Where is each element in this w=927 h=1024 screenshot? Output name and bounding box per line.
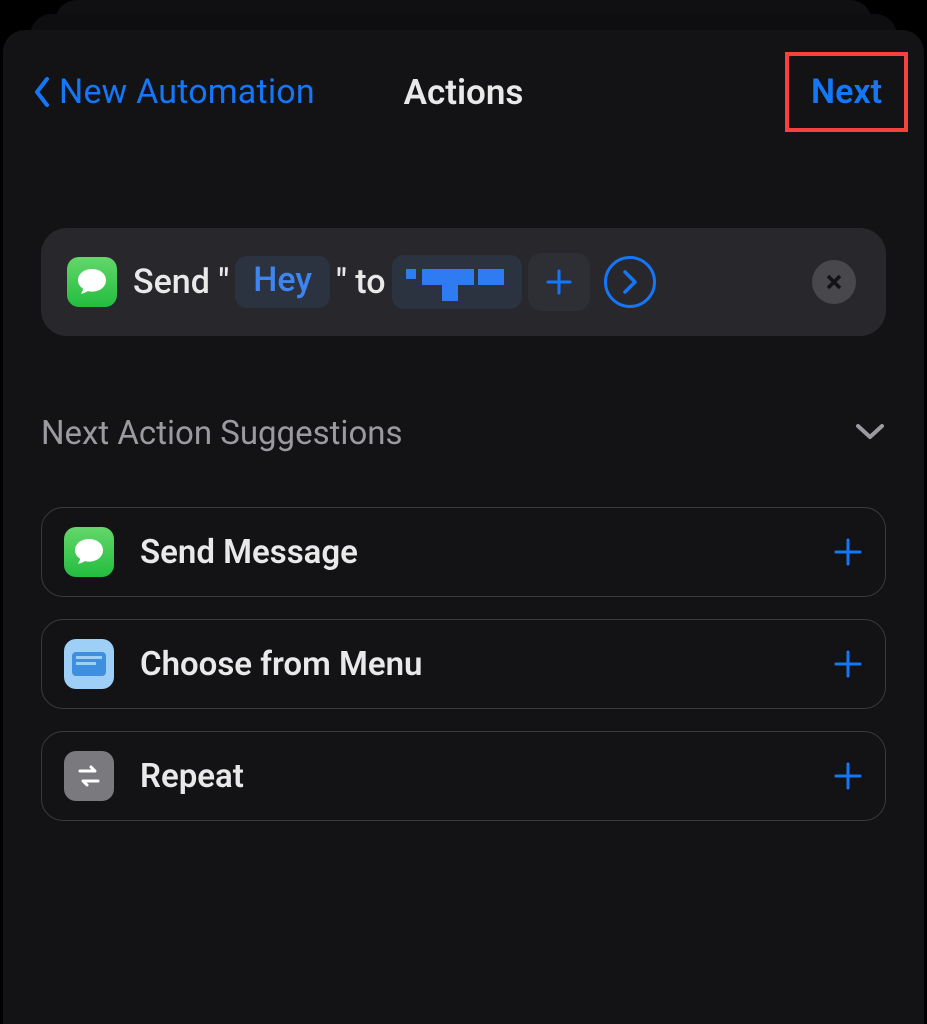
suggestions-section-header[interactable]: Next Action Suggestions xyxy=(41,414,886,453)
messages-app-icon xyxy=(64,527,114,577)
chevron-left-icon xyxy=(31,74,53,110)
action-sentence: Send " Hey " to xyxy=(133,253,796,311)
suggestion-send-message[interactable]: Send Message xyxy=(41,507,886,597)
back-label: New Automation xyxy=(59,72,315,112)
suggestion-label: Repeat xyxy=(140,757,807,796)
remove-action-button[interactable] xyxy=(812,260,856,304)
suggestion-choose-from-menu[interactable]: Choose from Menu xyxy=(41,619,886,709)
add-action-icon xyxy=(833,526,863,578)
suggestions-title: Next Action Suggestions xyxy=(41,414,403,453)
back-button[interactable]: New Automation xyxy=(31,42,315,142)
suggestions-list: Send Message Choose from Menu Repeat xyxy=(41,507,886,821)
header-title: Actions xyxy=(404,72,524,113)
suggestion-label: Choose from Menu xyxy=(140,645,807,684)
next-label: Next xyxy=(811,72,882,112)
action-middle: " to xyxy=(336,262,386,302)
recipient-token[interactable] xyxy=(392,255,522,309)
next-button[interactable]: Next xyxy=(785,52,908,132)
chevron-down-icon xyxy=(854,422,886,446)
nav-header: New Automation Actions Next xyxy=(3,42,924,142)
add-action-icon xyxy=(833,638,863,690)
current-action-block[interactable]: Send " Hey " to xyxy=(41,228,886,336)
actions-sheet: New Automation Actions Next Send " Hey "… xyxy=(3,30,924,1024)
suggestion-repeat[interactable]: Repeat xyxy=(41,731,886,821)
add-recipient-button[interactable] xyxy=(528,253,590,311)
action-prefix: Send " xyxy=(133,262,229,302)
messages-app-icon xyxy=(67,257,117,307)
message-text-token[interactable]: Hey xyxy=(235,256,330,308)
add-action-icon xyxy=(833,750,863,802)
menu-icon xyxy=(64,639,114,689)
repeat-icon xyxy=(64,751,114,801)
expand-action-button[interactable] xyxy=(604,256,656,308)
suggestion-label: Send Message xyxy=(140,533,807,572)
